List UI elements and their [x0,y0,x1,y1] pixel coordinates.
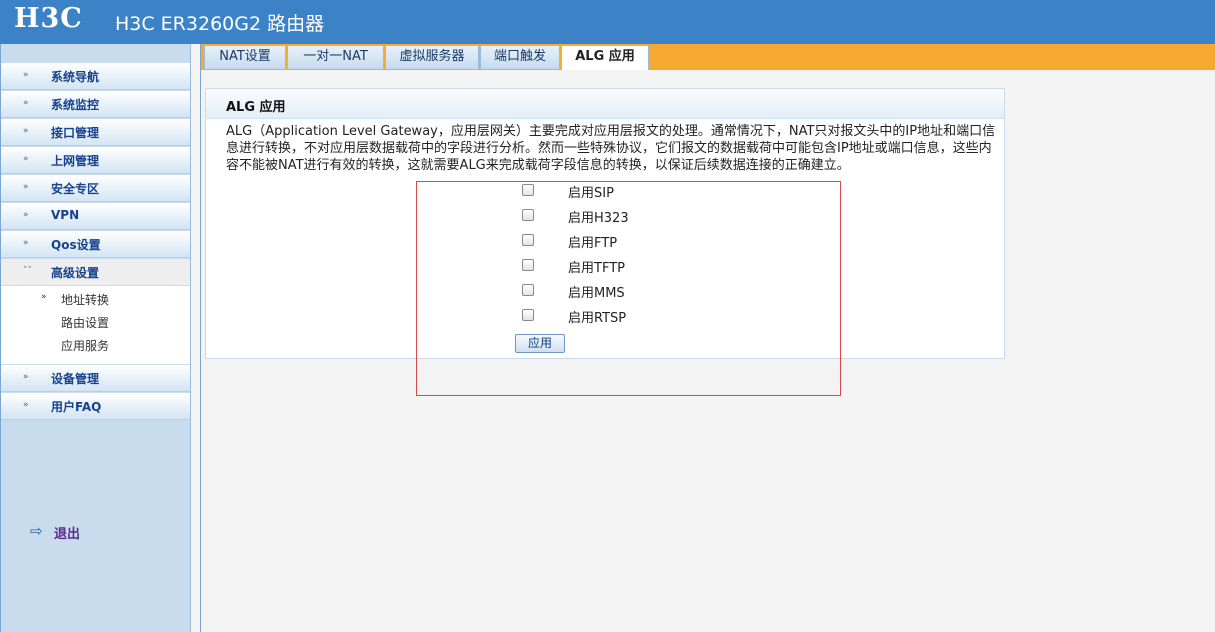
submenu-item-nat[interactable]: 地址转换 [61,291,109,308]
logout-icon: ⇨ [30,522,43,540]
double-arrow-icon: » [23,400,29,410]
sidebar-item-label: 安全专区 [51,182,100,196]
sidebar-item-label: Qos设置 [51,238,101,252]
tab-alg[interactable]: ALG 应用 [561,45,649,70]
submenu-item-routing[interactable]: 路由设置 [61,314,109,331]
double-arrow-icon: » [41,292,47,302]
double-arrow-icon: » [23,372,29,382]
sidebar-item-label: 系统监控 [51,98,100,112]
sidebar-item-internet[interactable]: » 上网管理 [1,147,190,174]
device-title: H3C ER3260G2 路由器 [115,13,325,35]
advanced-submenu: » 地址转换 路由设置 应用服务 [1,286,190,364]
double-arrow-icon: » [23,182,29,192]
sidebar-item-label: 用户FAQ [51,400,102,414]
tab-virtual-server[interactable]: 虚拟服务器 [385,45,479,69]
sidebar-item-monitor[interactable]: » 系统监控 [1,91,190,118]
tab-port-trigger[interactable]: 端口触发 [480,45,560,69]
logout-label: 退出 [54,527,81,542]
sidebar-item-device[interactable]: » 设备管理 [1,365,190,392]
panel-title-bar: ALG 应用 [206,89,1004,119]
tab-one-to-one-nat[interactable]: 一对一NAT [287,45,384,69]
double-arrow-icon: » [23,238,29,248]
sidebar-item-label: 高级设置 [51,266,100,280]
h3c-logo: H3C [14,3,83,34]
double-arrow-icon: » [23,154,29,164]
header-bar: H3C H3C ER3260G2 路由器 [0,0,1215,44]
sidebar-item-label: 系统导航 [51,70,100,84]
sidebar-item-label: 设备管理 [51,372,100,386]
alg-description: ALG（Application Level Gateway，应用层网关）主要完成… [226,124,996,173]
tab-nat-settings[interactable]: NAT设置 [204,45,286,69]
chevron-down-icon: ˅˅ [23,266,32,276]
sidebar-item-vpn[interactable]: » VPN [1,203,190,230]
double-arrow-icon: » [23,126,29,136]
double-arrow-icon: » [23,210,29,220]
content-border [200,44,201,632]
sidebar-item-label: 上网管理 [51,154,100,168]
sidebar-item-label: VPN [51,208,80,222]
sidebar-item-faq[interactable]: » 用户FAQ [1,393,190,420]
sidebar-item-nav[interactable]: » 系统导航 [1,63,190,90]
double-arrow-icon: » [23,70,29,80]
sidebar-item-label: 接口管理 [51,126,100,140]
sidebar-item-qos[interactable]: » Qos设置 [1,231,190,258]
sidebar-item-interface[interactable]: » 接口管理 [1,119,190,146]
highlight-box [416,181,841,396]
sidebar-item-advanced[interactable]: ˅˅ 高级设置 [1,259,190,286]
panel-title: ALG 应用 [226,100,286,115]
submenu-item-services[interactable]: 应用服务 [61,337,109,354]
sidebar-item-security[interactable]: » 安全专区 [1,175,190,202]
double-arrow-icon: » [23,98,29,108]
tab-strip: NAT设置 一对一NAT 虚拟服务器 端口触发 ALG 应用 [201,44,1215,70]
